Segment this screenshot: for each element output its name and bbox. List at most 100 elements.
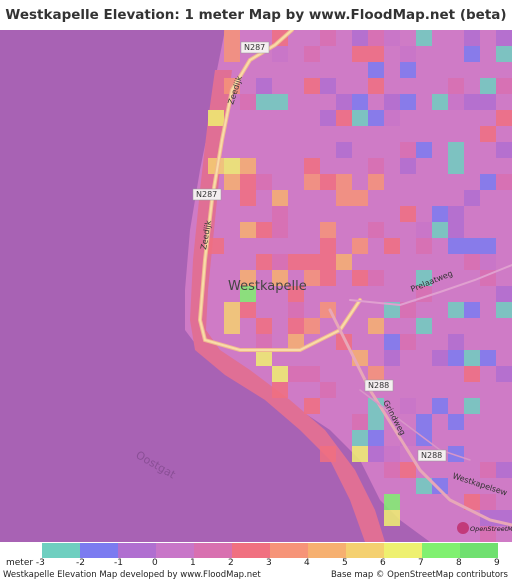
elevation-tile: [400, 206, 416, 222]
elevation-tile: [368, 222, 384, 238]
elevation-tile: [448, 222, 464, 238]
elevation-tile: [304, 366, 320, 382]
elevation-tile: [464, 190, 480, 206]
elevation-tile: [256, 174, 272, 190]
legend-swatch: [194, 543, 232, 558]
elevation-tile: [368, 446, 384, 462]
elevation-tile: [384, 30, 400, 46]
elevation-tile: [384, 350, 400, 366]
legend-label: 8: [456, 558, 462, 568]
elevation-tile: [368, 414, 384, 430]
elevation-tile: [448, 94, 464, 110]
elevation-tile: [320, 382, 336, 398]
elevation-tile: [400, 334, 416, 350]
elevation-tile: [208, 238, 224, 254]
legend-label: -2: [76, 558, 85, 568]
elevation-tile: [368, 110, 384, 126]
road-label-n288-east: N288: [421, 451, 442, 460]
elevation-tile: [384, 94, 400, 110]
elevation-tile: [400, 142, 416, 158]
elevation-tile: [496, 30, 512, 46]
elevation-tile: [368, 270, 384, 286]
legend-swatch: [270, 543, 308, 558]
elevation-tile: [336, 142, 352, 158]
elevation-tile: [240, 222, 256, 238]
elevation-tile: [448, 350, 464, 366]
elevation-tile: [368, 430, 384, 446]
elevation-tile: [480, 94, 496, 110]
elevation-tile: [304, 158, 320, 174]
legend-label: 9: [494, 558, 500, 568]
elevation-tile: [448, 414, 464, 430]
elevation-tile: [416, 222, 432, 238]
elevation-tile: [240, 94, 256, 110]
elevation-tile: [368, 158, 384, 174]
elevation-map[interactable]: N287 N287 Zeedijk Zeedijk Prelaatweg N28…: [0, 30, 512, 542]
elevation-tile: [400, 62, 416, 78]
legend-label: -1: [114, 558, 123, 568]
elevation-tile: [320, 110, 336, 126]
elevation-tile: [400, 462, 416, 478]
elevation-tile: [496, 302, 512, 318]
elevation-tile: [464, 238, 480, 254]
elevation-tile: [240, 158, 256, 174]
legend-swatch: [80, 543, 118, 558]
elevation-tile: [448, 78, 464, 94]
elevation-tile: [368, 46, 384, 62]
elevation-tile: [256, 318, 272, 334]
elevation-tile: [496, 462, 512, 478]
elevation-tile: [288, 302, 304, 318]
elevation-tile: [240, 190, 256, 206]
elevation-tile: [224, 174, 240, 190]
footer-basemap-credit: Base map © OpenStreetMap contributors: [330, 570, 508, 580]
elevation-tile: [224, 158, 240, 174]
elevation-tile: [448, 302, 464, 318]
elevation-tile: [336, 174, 352, 190]
legend-label: 4: [304, 558, 310, 568]
elevation-tile: [288, 254, 304, 270]
elevation-tile: [432, 350, 448, 366]
elevation-tile: [384, 334, 400, 350]
elevation-tile: [432, 94, 448, 110]
elevation-tile: [480, 494, 496, 510]
legend-label: 2: [228, 558, 234, 568]
elevation-tile: [352, 238, 368, 254]
elevation-tile: [448, 238, 464, 254]
elevation-tile: [416, 414, 432, 430]
elevation-tile: [416, 30, 432, 46]
elevation-tile: [464, 302, 480, 318]
elevation-tile: [464, 366, 480, 382]
legend-label: 1: [190, 558, 196, 568]
elevation-tile: [320, 30, 336, 46]
elevation-tile: [464, 254, 480, 270]
elevation-tile: [432, 206, 448, 222]
elevation-tile: [464, 94, 480, 110]
elevation-tile: [304, 398, 320, 414]
elevation-tile: [320, 238, 336, 254]
elevation-tile: [368, 62, 384, 78]
elevation-tile: [320, 254, 336, 270]
footer: Westkapelle Elevation Map developed by w…: [0, 570, 512, 582]
elevation-tile: [320, 446, 336, 462]
elevation-tile: [384, 238, 400, 254]
legend-label: 7: [418, 558, 424, 568]
elevation-tile: [432, 222, 448, 238]
legend-label: 0: [152, 558, 158, 568]
elevation-tile: [352, 190, 368, 206]
elevation-tile: [480, 254, 496, 270]
elevation-tile: [272, 382, 288, 398]
road-label-n288-center: N288: [368, 381, 389, 390]
elevation-tile: [496, 78, 512, 94]
map-canvas[interactable]: N287 N287 Zeedijk Zeedijk Prelaatweg N28…: [0, 30, 512, 542]
elevation-tile: [352, 446, 368, 462]
elevation-tile: [496, 366, 512, 382]
elevation-tile: [272, 46, 288, 62]
elevation-tile: [256, 334, 272, 350]
elevation-tile: [304, 318, 320, 334]
elevation-tile: [320, 174, 336, 190]
elevation-tile: [496, 174, 512, 190]
elevation-tile: [480, 126, 496, 142]
elevation-tile: [448, 142, 464, 158]
elevation-tile: [352, 30, 368, 46]
elevation-tile: [256, 78, 272, 94]
